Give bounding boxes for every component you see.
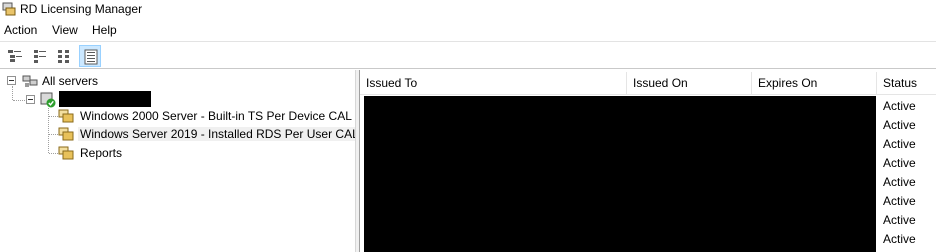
cal-license-icon: [58, 109, 74, 123]
root-collapse-toggle[interactable]: [7, 76, 16, 85]
tree-item-all-servers[interactable]: All servers: [42, 74, 98, 88]
grid-view-icon: [84, 49, 98, 65]
license-server-icon: [40, 92, 56, 108]
status-cell: Active: [883, 194, 916, 208]
tree-connector: [49, 134, 58, 135]
detail-view-button[interactable]: [54, 45, 76, 67]
tree-connector: [49, 153, 58, 154]
status-cell: Active: [883, 232, 916, 246]
server-group-icon: [22, 75, 38, 87]
detail-view-icon: [58, 50, 69, 63]
title-bar: RD Licensing Manager: [0, 0, 936, 19]
cal-license-icon: [58, 127, 74, 141]
status-cell: Active: [883, 213, 916, 227]
menu-bar: Action View Help: [0, 20, 936, 40]
tree-item-cal-device[interactable]: Windows 2000 Server - Built-in TS Per De…: [80, 109, 352, 123]
list-view-icon: [34, 50, 46, 63]
status-cell: Active: [883, 156, 916, 170]
header-divider: [360, 94, 936, 95]
tree-connector: [13, 100, 25, 101]
server-collapse-toggle[interactable]: [26, 95, 35, 104]
app-icon: [2, 2, 16, 16]
menu-action[interactable]: Action: [4, 23, 37, 37]
column-status[interactable]: Status: [877, 72, 936, 94]
tree-item-cal-user[interactable]: Windows Server 2019 - Installed RDS Per …: [78, 127, 361, 141]
license-list-pane[interactable]: Issued To Issued On Expires On Status Ac…: [359, 70, 936, 252]
server-name-redacted: [59, 91, 151, 107]
tree-connector: [12, 86, 13, 100]
status-cell: Active: [883, 137, 916, 151]
column-expires-on[interactable]: Expires On: [752, 72, 877, 94]
tree-connector: [48, 108, 49, 153]
license-details-redacted: [364, 96, 876, 252]
tree-view-button[interactable]: [4, 45, 26, 67]
grid-view-button[interactable]: [79, 45, 101, 67]
status-cell: Active: [883, 118, 916, 132]
menu-view[interactable]: View: [52, 23, 78, 37]
list-view-button[interactable]: [29, 45, 51, 67]
column-issued-on[interactable]: Issued On: [627, 72, 752, 94]
tree-view-icon: [8, 50, 22, 62]
status-cell: Active: [883, 99, 916, 113]
toolbar: [0, 41, 936, 69]
status-cell: Active: [883, 175, 916, 189]
tree-connector: [49, 116, 58, 117]
tree-item-reports[interactable]: Reports: [80, 146, 122, 160]
reports-icon: [58, 146, 74, 160]
tree-pane[interactable]: All servers Windows 2000 Server - Built-…: [0, 70, 361, 252]
menu-help[interactable]: Help: [92, 23, 117, 37]
column-issued-to[interactable]: Issued To: [360, 72, 627, 94]
window-title: RD Licensing Manager: [20, 2, 143, 16]
